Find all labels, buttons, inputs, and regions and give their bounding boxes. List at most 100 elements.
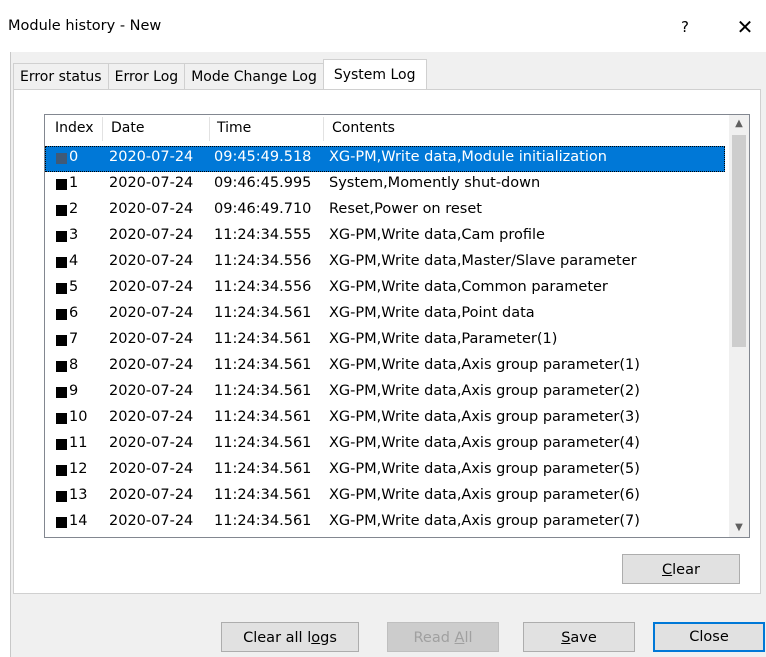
row-contents: XG-PM,Write data,Axis group parameter(4) <box>329 435 640 451</box>
row-contents: XG-PM,Write data,Axis group parameter(1) <box>329 357 640 373</box>
tab-error-status[interactable]: Error status <box>13 63 109 90</box>
row-contents: XG-PM,Write data,Axis group parameter(6) <box>329 487 640 503</box>
row-index: 7 <box>69 331 79 347</box>
row-contents: XG-PM,Write data,Axis group parameter(7) <box>329 513 640 529</box>
row-date: 2020-07-24 <box>109 435 194 451</box>
table-row[interactable]: 6 2020-07-24 11:24:34.561 XG-PM,Write data,… <box>45 302 725 328</box>
row-date: 2020-07-24 <box>109 175 194 191</box>
table-row[interactable]: 3 2020-07-24 11:24:34.555 XG-PM,Write data,… <box>45 224 725 250</box>
status-square-icon <box>56 439 67 450</box>
row-time: 11:24:34.561 <box>214 383 312 399</box>
column-header-contents[interactable]: Contents <box>332 120 395 136</box>
status-square-icon <box>56 205 67 216</box>
row-date: 2020-07-24 <box>109 357 194 373</box>
row-index: 14 <box>69 513 88 529</box>
row-time: 11:24:34.561 <box>214 461 312 477</box>
row-time: 11:24:34.561 <box>214 513 312 529</box>
row-contents: XG-PM,Write data,Axis group parameter(2) <box>329 383 640 399</box>
status-square-icon <box>56 179 67 190</box>
status-square-icon <box>56 283 67 294</box>
clear-all-logs-button[interactable]: Clear all logs <box>221 622 359 652</box>
table-row[interactable]: 11 2020-07-24 11:24:34.561 XG-PM,Write data… <box>45 432 725 458</box>
row-time: 09:46:45.995 <box>214 175 312 191</box>
table-row[interactable]: 1 2020-07-24 09:46:45.995 System,Momently s… <box>45 172 725 198</box>
scroll-down-icon[interactable]: ▼ <box>729 519 749 537</box>
status-square-icon <box>56 491 67 502</box>
table-row[interactable]: 14 2020-07-24 11:24:34.561 XG-PM,Write data… <box>45 510 725 536</box>
row-index: 0 <box>69 149 79 165</box>
row-date: 2020-07-24 <box>109 149 194 165</box>
row-contents: System,Momently shut-down <box>329 175 541 191</box>
help-button[interactable]: ? <box>672 14 698 40</box>
table-row[interactable]: 10 2020-07-24 11:24:34.561 XG-PM,Write data… <box>45 406 725 432</box>
row-time: 09:45:49.518 <box>214 149 312 165</box>
row-time: 09:46:49.710 <box>214 201 312 217</box>
table-row[interactable]: 12 2020-07-24 11:24:34.561 XG-PM,Write data… <box>45 458 725 484</box>
status-square-icon <box>56 153 67 164</box>
row-time: 11:24:34.561 <box>214 305 312 321</box>
column-header-time[interactable]: Time <box>217 120 251 136</box>
row-index: 5 <box>69 279 79 295</box>
row-index: 9 <box>69 383 79 399</box>
close-button[interactable]: Close <box>653 622 765 652</box>
tab-system-log[interactable]: System Log <box>322 59 427 90</box>
table-row[interactable]: 0 2020-07-24 09:45:49.518 XG-PM,Write data,… <box>45 146 725 172</box>
row-index: 13 <box>69 487 88 503</box>
table-row[interactable]: 2 2020-07-24 09:46:49.710 Reset,Power on re… <box>45 198 725 224</box>
row-date: 2020-07-24 <box>109 461 194 477</box>
row-date: 2020-07-24 <box>109 513 194 529</box>
list-header: Index Date Time Contents <box>45 115 725 143</box>
status-square-icon <box>56 309 67 320</box>
row-time: 11:24:34.561 <box>214 487 312 503</box>
tab-error-log[interactable]: Error Log <box>107 63 186 90</box>
column-header-date[interactable]: Date <box>111 120 144 136</box>
status-square-icon <box>56 257 67 268</box>
row-contents: XG-PM,Write data,Module initialization <box>329 149 607 165</box>
dialog-body: Error status Error Log Mode Change Log S… <box>10 52 766 657</box>
read-all-button[interactable]: Read All <box>387 622 499 652</box>
row-time: 11:24:34.561 <box>214 409 312 425</box>
row-date: 2020-07-24 <box>109 383 194 399</box>
row-contents: XG-PM,Write data,Axis group parameter(3) <box>329 409 640 425</box>
row-index: 1 <box>69 175 79 191</box>
clear-button[interactable]: Clear <box>622 554 740 584</box>
row-contents: Reset,Power on reset <box>329 201 482 217</box>
row-time: 11:24:34.561 <box>214 331 312 347</box>
table-row[interactable]: 9 2020-07-24 11:24:34.561 XG-PM,Write data,… <box>45 380 725 406</box>
vertical-scrollbar[interactable]: ▲ ▼ <box>729 115 749 537</box>
log-list[interactable]: Index Date Time Contents 0 2020-07-24 09:4… <box>44 114 750 538</box>
row-contents: XG-PM,Write data,Master/Slave parameter <box>329 253 637 269</box>
row-date: 2020-07-24 <box>109 227 194 243</box>
row-time: 11:24:34.556 <box>214 279 312 295</box>
row-time: 11:24:34.556 <box>214 253 312 269</box>
status-square-icon <box>56 517 67 528</box>
row-date: 2020-07-24 <box>109 253 194 269</box>
row-time: 11:24:34.555 <box>214 227 312 243</box>
row-date: 2020-07-24 <box>109 279 194 295</box>
row-index: 2 <box>69 201 79 217</box>
row-index: 10 <box>69 409 88 425</box>
row-index: 6 <box>69 305 79 321</box>
row-index: 11 <box>69 435 88 451</box>
table-row[interactable]: 4 2020-07-24 11:24:34.556 XG-PM,Write data,… <box>45 250 725 276</box>
table-row[interactable]: 7 2020-07-24 11:24:34.561 XG-PM,Write data,… <box>45 328 725 354</box>
row-date: 2020-07-24 <box>109 201 194 217</box>
tab-mode-change-log[interactable]: Mode Change Log <box>184 63 324 90</box>
row-date: 2020-07-24 <box>109 305 194 321</box>
row-index: 8 <box>69 357 79 373</box>
scroll-thumb[interactable] <box>732 135 746 347</box>
row-contents: XG-PM,Write data,Point data <box>329 305 535 321</box>
status-square-icon <box>56 361 67 372</box>
row-contents: XG-PM,Write data,Parameter(1) <box>329 331 558 347</box>
window-title: Module history - New <box>8 18 162 34</box>
scroll-up-icon[interactable]: ▲ <box>729 115 749 133</box>
table-row[interactable]: 13 2020-07-24 11:24:34.561 XG-PM,Write data… <box>45 484 725 510</box>
table-row[interactable]: 5 2020-07-24 11:24:34.556 XG-PM,Write data,… <box>45 276 725 302</box>
row-date: 2020-07-24 <box>109 409 194 425</box>
close-window-button[interactable]: ✕ <box>730 12 760 42</box>
system-log-panel: Index Date Time Contents 0 2020-07-24 09:4… <box>13 89 761 594</box>
row-index: 3 <box>69 227 79 243</box>
save-button[interactable]: Save <box>523 622 635 652</box>
column-header-index[interactable]: Index <box>55 120 94 136</box>
table-row[interactable]: 8 2020-07-24 11:24:34.561 XG-PM,Write data,… <box>45 354 725 380</box>
